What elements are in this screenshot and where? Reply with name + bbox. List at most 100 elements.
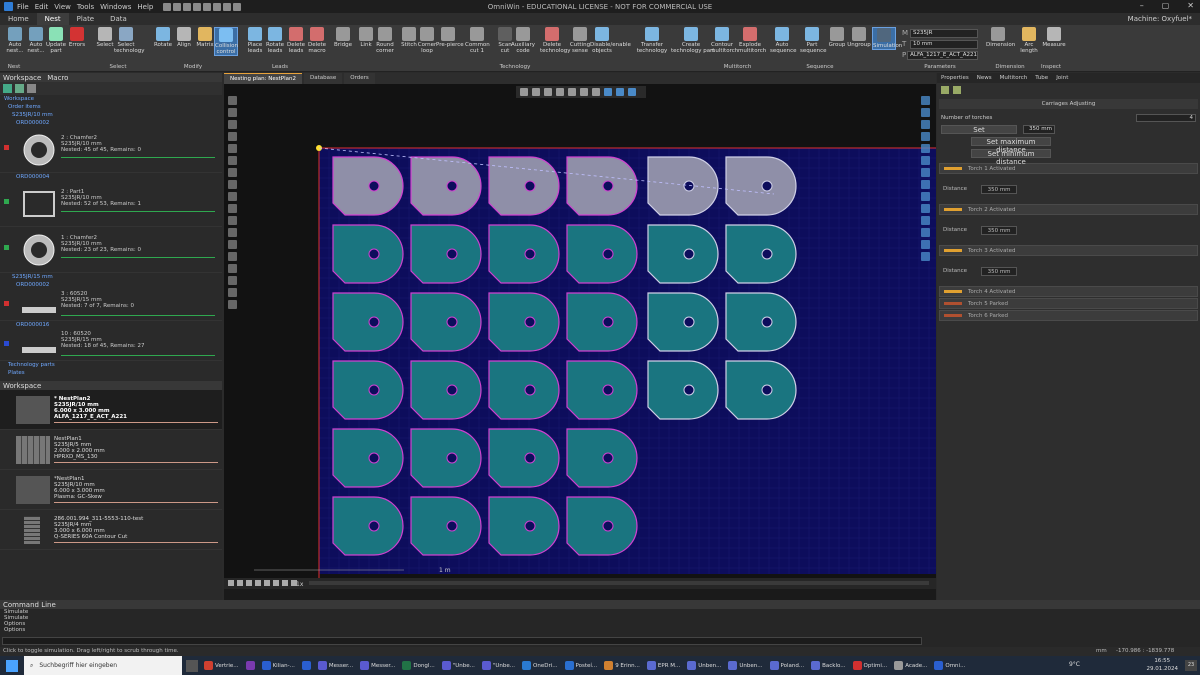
nested-part-10[interactable] bbox=[647, 224, 719, 284]
nested-part-23[interactable] bbox=[725, 360, 797, 420]
create-technology-part-button[interactable]: Create technology part bbox=[671, 27, 715, 54]
tab-plate[interactable]: Plate bbox=[69, 13, 103, 25]
doc-tab-0[interactable]: Nesting plan: NestPlan2 bbox=[224, 73, 302, 84]
taskbar-app[interactable]: Kilian-... bbox=[261, 661, 295, 670]
torch-row[interactable]: Torch 5 Parked bbox=[939, 298, 1198, 309]
view-tool-icon[interactable] bbox=[921, 108, 930, 117]
tab-news[interactable]: News bbox=[977, 73, 992, 83]
taskbar-app[interactable]: Messer... bbox=[317, 661, 353, 670]
canvas-tool-icon[interactable] bbox=[228, 252, 237, 261]
nested-part-14[interactable] bbox=[488, 292, 560, 352]
nested-part-4[interactable] bbox=[647, 156, 719, 216]
nest-plan-item[interactable]: 286.001.994_311-5553-110-test S235JR/4 mm… bbox=[0, 510, 222, 550]
canvas-tool-icon[interactable] bbox=[228, 180, 237, 189]
nested-part-29[interactable] bbox=[410, 496, 482, 556]
tree-order[interactable]: ORD000002 bbox=[0, 281, 222, 289]
zoom-tool-icon[interactable] bbox=[580, 88, 588, 96]
machine-selector[interactable]: Machine: Oxyfuel* bbox=[1128, 15, 1192, 23]
canvas-tool-icon[interactable] bbox=[228, 288, 237, 297]
canvas-tool-icon[interactable] bbox=[228, 228, 237, 237]
playback-control-icon[interactable] bbox=[273, 580, 279, 586]
pre-pierce-button[interactable]: Pre-pierce bbox=[436, 27, 464, 48]
auxiliary-code-button[interactable]: Auxiliary code bbox=[511, 27, 535, 54]
nested-part-11[interactable] bbox=[725, 224, 797, 284]
torch-icon[interactable] bbox=[941, 86, 949, 94]
doc-tab-2[interactable]: Orders bbox=[344, 73, 375, 84]
open-icon[interactable] bbox=[173, 2, 182, 11]
nest-plan-item[interactable]: *NestPlan1 S235JR/10 mm 6.000 x 3.000 mm Pl… bbox=[0, 470, 222, 510]
view-tool-icon[interactable] bbox=[921, 240, 930, 249]
taskbar-app[interactable] bbox=[301, 661, 311, 670]
nested-part-6[interactable] bbox=[332, 224, 404, 284]
torch-row[interactable]: Torch 3 Activated bbox=[939, 245, 1198, 256]
taskbar-app[interactable]: Messer... bbox=[360, 661, 395, 670]
zoom-tool-icon[interactable] bbox=[592, 88, 600, 96]
menu-view[interactable]: View bbox=[54, 3, 71, 11]
taskbar-app[interactable]: Acade... bbox=[894, 661, 927, 670]
plate-drawing[interactable]: 1 m 1x bbox=[224, 84, 936, 589]
tree-material-group[interactable]: S235JR/10 mm bbox=[0, 111, 222, 119]
nested-part-3[interactable] bbox=[566, 156, 638, 216]
taskbar-app[interactable]: EPR M... bbox=[646, 661, 680, 670]
tab-tube[interactable]: Tube bbox=[1035, 73, 1048, 83]
zoom-tool-icon[interactable] bbox=[520, 88, 528, 96]
arc-length-button[interactable]: Arc length bbox=[1017, 27, 1041, 54]
copy-icon[interactable] bbox=[233, 2, 242, 11]
explode-multitorch-button[interactable]: Explode multitorch bbox=[738, 27, 766, 54]
nested-part-5[interactable] bbox=[725, 156, 797, 216]
measure-button[interactable]: Measure bbox=[1042, 27, 1066, 48]
transfer-technology-button[interactable]: Transfer technology bbox=[632, 27, 672, 54]
new-icon[interactable] bbox=[163, 2, 172, 11]
contour-multitorch-button[interactable]: Contour multitorch bbox=[710, 27, 738, 54]
canvas-tool-icon[interactable] bbox=[228, 300, 237, 309]
view-tool-icon[interactable] bbox=[921, 120, 930, 129]
view-tool-icon[interactable] bbox=[921, 96, 930, 105]
zoom-tool-icon[interactable] bbox=[604, 88, 612, 96]
taskbar-app[interactable]: Unben... bbox=[728, 661, 763, 670]
canvas-tool-icon[interactable] bbox=[228, 192, 237, 201]
disable-enable-objects-button[interactable]: Disable/enable objects bbox=[590, 27, 631, 54]
canvas-tool-icon[interactable] bbox=[228, 96, 237, 105]
tab-data[interactable]: Data bbox=[102, 13, 135, 25]
program-select[interactable]: ALFA_1217_E_ACT_A221 bbox=[907, 50, 978, 60]
delete-macro-button[interactable]: Delete macro bbox=[305, 27, 329, 54]
nested-part-25[interactable] bbox=[410, 428, 482, 488]
tree-order-items[interactable]: Order items bbox=[0, 103, 222, 111]
taskbar-app[interactable]: Vertrie... bbox=[204, 661, 239, 670]
view-tool-icon[interactable] bbox=[921, 192, 930, 201]
nested-part-7[interactable] bbox=[410, 224, 482, 284]
print-icon[interactable] bbox=[203, 2, 212, 11]
zoom-tool-icon[interactable] bbox=[532, 88, 540, 96]
group-button[interactable]: Group bbox=[825, 27, 849, 48]
undo-icon[interactable] bbox=[213, 2, 222, 11]
taskbar-app[interactable]: Unben... bbox=[687, 661, 721, 670]
playback-control-icon[interactable] bbox=[228, 580, 234, 586]
tree-material-group[interactable]: S235JR/15 mm bbox=[0, 273, 222, 281]
windows-start-icon[interactable] bbox=[6, 659, 18, 672]
tab-home[interactable]: Home bbox=[0, 13, 37, 25]
errors-button[interactable]: Errors bbox=[65, 27, 89, 48]
canvas-tool-icon[interactable] bbox=[228, 240, 237, 249]
distance-input[interactable]: 350 mm bbox=[981, 225, 1018, 235]
cutting-sense-button[interactable]: Cutting sense bbox=[568, 27, 592, 54]
tree-plates[interactable]: Plates bbox=[0, 369, 222, 377]
nested-part-16[interactable] bbox=[647, 292, 719, 352]
dimension-button[interactable]: Dimension bbox=[986, 27, 1015, 48]
playback-control-icon[interactable] bbox=[237, 580, 243, 586]
taskbar-clock[interactable]: 16:55 29.01.2024 bbox=[1147, 657, 1179, 673]
view-tool-icon[interactable] bbox=[921, 132, 930, 141]
taskbar-app[interactable]: "Unbe... bbox=[481, 661, 515, 670]
nested-part-15[interactable] bbox=[566, 292, 638, 352]
save-icon[interactable] bbox=[183, 2, 192, 11]
taskbar-app[interactable]: 9 Erinn... bbox=[604, 661, 640, 670]
view-tool-icon[interactable] bbox=[921, 252, 930, 261]
nested-part-22[interactable] bbox=[647, 360, 719, 420]
nested-part-8[interactable] bbox=[488, 224, 560, 284]
taskbar-app[interactable]: Omni... bbox=[934, 661, 965, 670]
taskbar-app[interactable]: Posteí... bbox=[564, 661, 597, 670]
weather-temperature[interactable]: 9°C bbox=[1069, 661, 1080, 668]
minimize-icon[interactable]: – bbox=[1140, 1, 1144, 10]
nested-part-27[interactable] bbox=[566, 428, 638, 488]
canvas-tool-icon[interactable] bbox=[228, 132, 237, 141]
canvas-tool-icon[interactable] bbox=[228, 108, 237, 117]
